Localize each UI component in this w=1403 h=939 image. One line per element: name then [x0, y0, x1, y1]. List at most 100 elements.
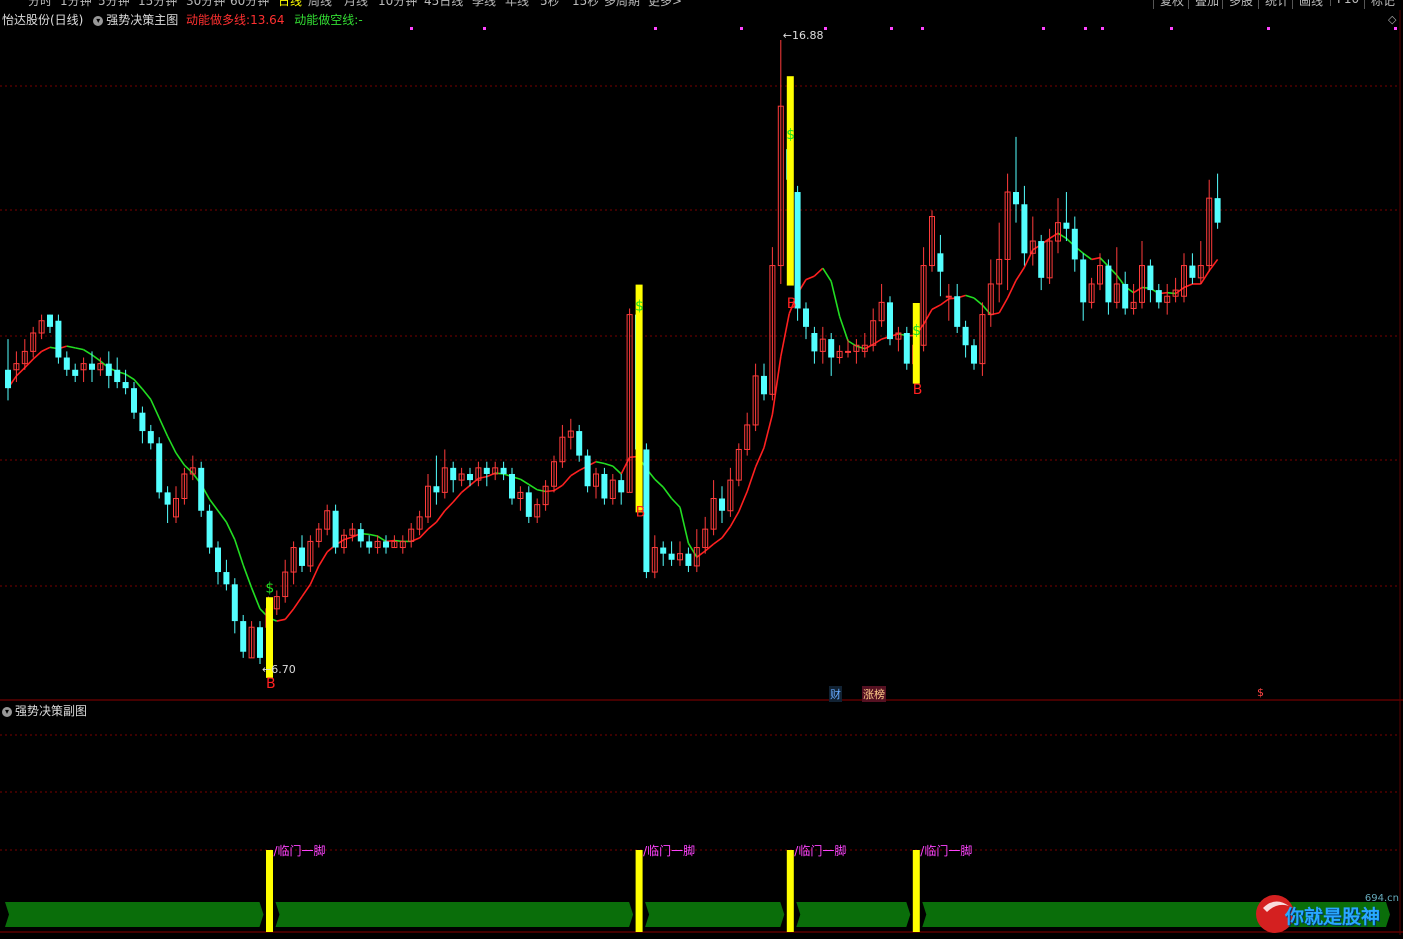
period-tab[interactable]: 10分钟 — [378, 0, 417, 9]
candle — [1063, 192, 1070, 242]
candle — [500, 461, 507, 481]
trend-line-segment — [595, 460, 605, 465]
candle — [357, 523, 364, 548]
toolbar-button[interactable]: 多股 — [1222, 0, 1259, 9]
period-tab[interactable]: 季线 — [472, 0, 496, 9]
period-tab[interactable]: 周线 — [308, 0, 332, 9]
trend-line-segment — [435, 510, 446, 523]
candle-body — [509, 473, 515, 499]
trend-line-segment — [1049, 232, 1059, 240]
chart-canvas[interactable]: ◇ B $ B $ B $ B $ ←16.88 ←6.70/临门一脚/临门一脚/临门一脚/临门一脚 — [0, 0, 1403, 935]
collapse-icon[interactable]: ▾ — [2, 706, 12, 717]
candle — [861, 332, 868, 358]
candle — [416, 510, 423, 536]
trend-line-segment — [738, 491, 748, 512]
period-tab[interactable]: 1分钟 — [60, 0, 92, 9]
trend-line-segment — [981, 304, 992, 316]
candle-body — [1155, 290, 1162, 303]
period-tab[interactable]: 年线 — [505, 0, 529, 9]
trend-line-segment — [419, 528, 429, 539]
sub-indicator-name[interactable]: 强势决策副图 — [15, 704, 87, 718]
candle-body — [231, 584, 238, 622]
period-tab[interactable]: 15分钟 — [138, 0, 177, 9]
candle — [315, 523, 322, 548]
trend-line-segment — [83, 348, 93, 356]
trend-line-segment — [478, 475, 487, 480]
main-indicator-name[interactable]: 强势决策主图 — [106, 13, 178, 27]
candle-body — [660, 547, 667, 554]
candle-body — [47, 314, 53, 327]
candle — [551, 455, 557, 493]
candle — [307, 535, 314, 573]
candle-body — [576, 431, 583, 456]
toolbar-button[interactable]: 叠加 — [1188, 0, 1225, 9]
candle — [173, 486, 179, 524]
period-tab[interactable]: 60分钟 — [230, 0, 269, 9]
period-tab[interactable]: 多周期 — [604, 0, 640, 9]
candle — [1013, 136, 1019, 223]
stock-title[interactable]: 怡达股份(日线) — [2, 13, 83, 27]
trend-line-segment — [166, 435, 177, 454]
candle — [290, 541, 297, 585]
candle — [853, 339, 860, 364]
sell-marker: $ — [635, 299, 644, 315]
candle-body — [5, 369, 11, 389]
candle — [668, 541, 675, 566]
trend-line-segment — [822, 267, 832, 282]
limit-up-tag[interactable]: 涨榜 — [862, 686, 886, 702]
candle — [38, 314, 45, 340]
trend-line-segment — [133, 378, 144, 390]
toolbar-button[interactable]: 复权 — [1153, 0, 1190, 9]
candle-body — [55, 320, 62, 358]
candle — [752, 363, 759, 432]
sell-marker: $ — [912, 323, 921, 339]
trend-line-segment — [721, 526, 732, 539]
period-tab[interactable]: 月线 — [344, 0, 368, 9]
candle — [542, 480, 549, 511]
trend-line-segment — [284, 608, 295, 620]
period-tab[interactable]: 5秒 — [540, 0, 560, 9]
period-tab[interactable]: 45日线 — [424, 0, 463, 9]
period-tab[interactable]: 分时 — [28, 0, 52, 9]
collapse-icon[interactable]: ▾ — [93, 15, 104, 26]
trend-line-segment — [377, 535, 387, 543]
toolbar-button[interactable]: 画线 — [1292, 0, 1329, 9]
marker-dot — [483, 27, 486, 30]
trend-line-segment — [528, 483, 538, 491]
candle-body — [618, 480, 625, 493]
toolbar-button[interactable]: F10 — [1330, 0, 1365, 6]
candle — [324, 504, 331, 536]
long-line-value: 13.64 — [250, 13, 285, 27]
period-tab[interactable]: 15秒 — [572, 0, 599, 9]
trend-line-segment — [612, 465, 622, 475]
candle — [1080, 253, 1087, 321]
period-tab[interactable]: 5分钟 — [98, 0, 130, 9]
candle-body — [1122, 283, 1129, 309]
candle — [80, 357, 87, 383]
toolbar-button[interactable]: 统计 — [1258, 0, 1295, 9]
candle — [1130, 283, 1137, 315]
candle — [231, 578, 238, 634]
trend-line-segment — [276, 618, 286, 622]
candle — [1206, 179, 1213, 272]
finance-tag[interactable]: 财 — [829, 686, 842, 702]
candle — [525, 486, 532, 524]
candle — [1038, 234, 1045, 291]
candle — [332, 504, 339, 554]
candle — [1172, 277, 1179, 303]
period-tab[interactable]: 30分钟 — [186, 0, 225, 9]
candle — [828, 332, 835, 376]
period-tab[interactable]: 更多> — [648, 0, 682, 9]
toolbar-button[interactable]: 标记 — [1364, 0, 1401, 9]
candle — [836, 345, 843, 364]
trend-line-segment — [561, 475, 572, 486]
signal-label: /临门一脚 — [920, 843, 972, 858]
candle — [777, 40, 784, 284]
candle-body — [971, 345, 977, 364]
buy-marker: B — [787, 296, 797, 312]
candle — [114, 357, 121, 389]
candle-body — [937, 253, 944, 272]
candle — [1021, 185, 1028, 266]
period-tab[interactable]: 日线 — [278, 0, 302, 9]
candle — [349, 523, 356, 542]
